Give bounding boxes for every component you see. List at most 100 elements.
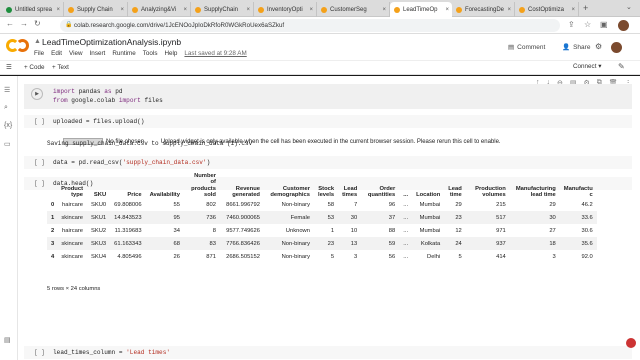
table-cell: 29 (549, 201, 556, 208)
table-cell: 30 (338, 211, 362, 224)
gear-icon[interactable]: ⚙ (595, 42, 602, 51)
column-header: Customer demographics (270, 185, 310, 198)
share-button[interactable]: 👤 Share (562, 43, 590, 52)
table-cell: haircare (62, 227, 83, 234)
column-header: Price (127, 191, 142, 198)
user-avatar[interactable] (611, 42, 622, 53)
table-cell: 83 (183, 237, 220, 250)
bookmark-star-icon[interactable]: ☆ (584, 20, 591, 29)
code-cell[interactable]: [ ] uploaded = files.upload() (24, 115, 632, 128)
browser-tab[interactable]: ForecastingDe × (452, 2, 515, 17)
last-saved-link[interactable]: Last saved at 9:28 AM (184, 50, 246, 57)
table-cell: 88 (388, 227, 396, 234)
table-cell: 937 (465, 237, 510, 250)
table-cell: 18 (509, 237, 560, 250)
table-cell: 96 (388, 201, 396, 208)
menu-tools[interactable]: Tools (143, 50, 158, 57)
row-index: 0 (51, 201, 55, 208)
column-header: Stock levels (317, 185, 335, 198)
search-icon[interactable]: ⌕ (4, 104, 8, 112)
table-cell: 95 (145, 211, 184, 224)
table-cell: Unknown (285, 227, 310, 234)
browser-tab[interactable]: Analyzing&Vi × (128, 2, 191, 17)
add-text-button[interactable]: + Text (52, 64, 69, 71)
column-header: Lead times (342, 185, 358, 198)
browser-tab[interactable]: Untitled sprea × (2, 2, 64, 17)
new-tab-icon[interactable]: + (583, 3, 588, 13)
files-icon[interactable]: ▭ (4, 140, 11, 148)
close-tab-icon[interactable]: × (183, 7, 187, 13)
close-tab-icon[interactable]: × (246, 7, 250, 13)
table-cell: Kolkata (412, 237, 445, 250)
close-tab-icon[interactable]: × (120, 7, 124, 13)
share-page-icon[interactable]: ⇪ (568, 20, 575, 29)
row-index: 4 (51, 253, 55, 260)
connect-button[interactable]: Connect ▾ (573, 63, 601, 70)
table-cell: 33.6 (559, 211, 597, 224)
table-cell: 7460.900065 (219, 211, 264, 224)
execution-count: [ ] (34, 349, 45, 356)
terminal-icon[interactable]: ▤ (4, 336, 11, 344)
table-cell: 14.843523 (110, 211, 146, 224)
close-tab-icon[interactable]: × (382, 7, 386, 13)
lock-icon: 🔒 (65, 22, 73, 28)
menu-view[interactable]: View (69, 50, 83, 57)
browser-tab[interactable]: InventoryOpti × (254, 2, 317, 17)
code-cell[interactable]: [ ] lead_times_column = 'Lead times' (24, 346, 632, 359)
browser-tab[interactable]: CustomerSeg × (317, 2, 390, 17)
table-cell: 69.808006 (114, 201, 142, 208)
table-cell: 23 (313, 237, 339, 250)
code-cell[interactable]: ▶ import pandas as pd from google.colab … (24, 84, 632, 109)
colab-icon (456, 6, 462, 13)
table-cell: 55 (173, 201, 180, 208)
colab-logo[interactable] (6, 39, 30, 53)
browser-tab[interactable]: CostOptimiza × (515, 2, 579, 17)
profile-avatar[interactable] (618, 20, 629, 31)
table-cell: ... (403, 201, 409, 208)
browser-tab-active[interactable]: LeadTimeOp × (390, 2, 452, 17)
colab-icon (394, 6, 400, 13)
menu-file[interactable]: File (34, 50, 44, 57)
menu-toggle-icon[interactable]: ☰ (6, 64, 12, 71)
table-cell: 9577.749626 (226, 227, 260, 234)
close-tab-icon[interactable]: × (445, 7, 449, 13)
edit-pencil-icon[interactable]: ✎ (618, 62, 625, 71)
table-cell: 23 (444, 211, 466, 224)
table-cell: 46.2 (581, 201, 593, 208)
chevron-down-icon[interactable]: ⌄ (626, 3, 632, 11)
reload-icon[interactable]: ↻ (34, 19, 41, 28)
table-of-contents-icon[interactable]: ☰ (4, 86, 10, 94)
browser-tab[interactable]: Supply Chain × (64, 2, 128, 17)
table-cell: Mumbai (412, 211, 445, 224)
menu-insert[interactable]: Insert (90, 50, 106, 57)
variables-icon[interactable]: {x} (4, 122, 12, 129)
comment-button[interactable]: ▤ Comment (508, 43, 545, 52)
close-tab-icon[interactable]: × (56, 7, 60, 13)
url-field[interactable]: 🔒 colab.research.google.com/drive/1JcENO… (60, 19, 560, 32)
column-header: Manufactu c (563, 185, 593, 198)
table-cell: 215 (496, 201, 506, 208)
table-cell: Female (263, 211, 314, 224)
notebook-toolbar: ☰ + Code + Text Connect ▾ ✎ (0, 60, 640, 75)
menu-runtime[interactable]: Runtime (112, 50, 135, 57)
close-tab-icon[interactable]: × (507, 7, 511, 13)
close-tab-icon[interactable]: × (309, 7, 313, 13)
table-cell: SKU1 (87, 211, 111, 224)
table-cell: 11.319683 (114, 227, 142, 234)
column-header: Location (416, 191, 441, 198)
notebook-title[interactable]: LeadTimeOptimizationAnalysis.ipynb (42, 37, 181, 47)
run-cell-button[interactable]: ▶ (31, 88, 43, 100)
table-cell: skincare (57, 237, 87, 250)
forward-icon[interactable]: → (20, 19, 28, 28)
menu-help[interactable]: Help (164, 50, 177, 57)
dataframe-shape: 5 rows × 24 columns (47, 286, 101, 292)
close-tab-icon[interactable]: × (571, 7, 575, 13)
browser-tab[interactable]: SupplyChain × (191, 2, 254, 17)
menu-edit[interactable]: Edit (51, 50, 62, 57)
execution-count: [ ] (34, 159, 45, 166)
extensions-icon[interactable]: ▣ (600, 20, 608, 29)
column-header: Lead time (448, 185, 462, 198)
back-icon[interactable]: ← (6, 19, 14, 28)
column-header: Production volumes (475, 185, 506, 198)
add-code-button[interactable]: + Code (24, 64, 44, 71)
